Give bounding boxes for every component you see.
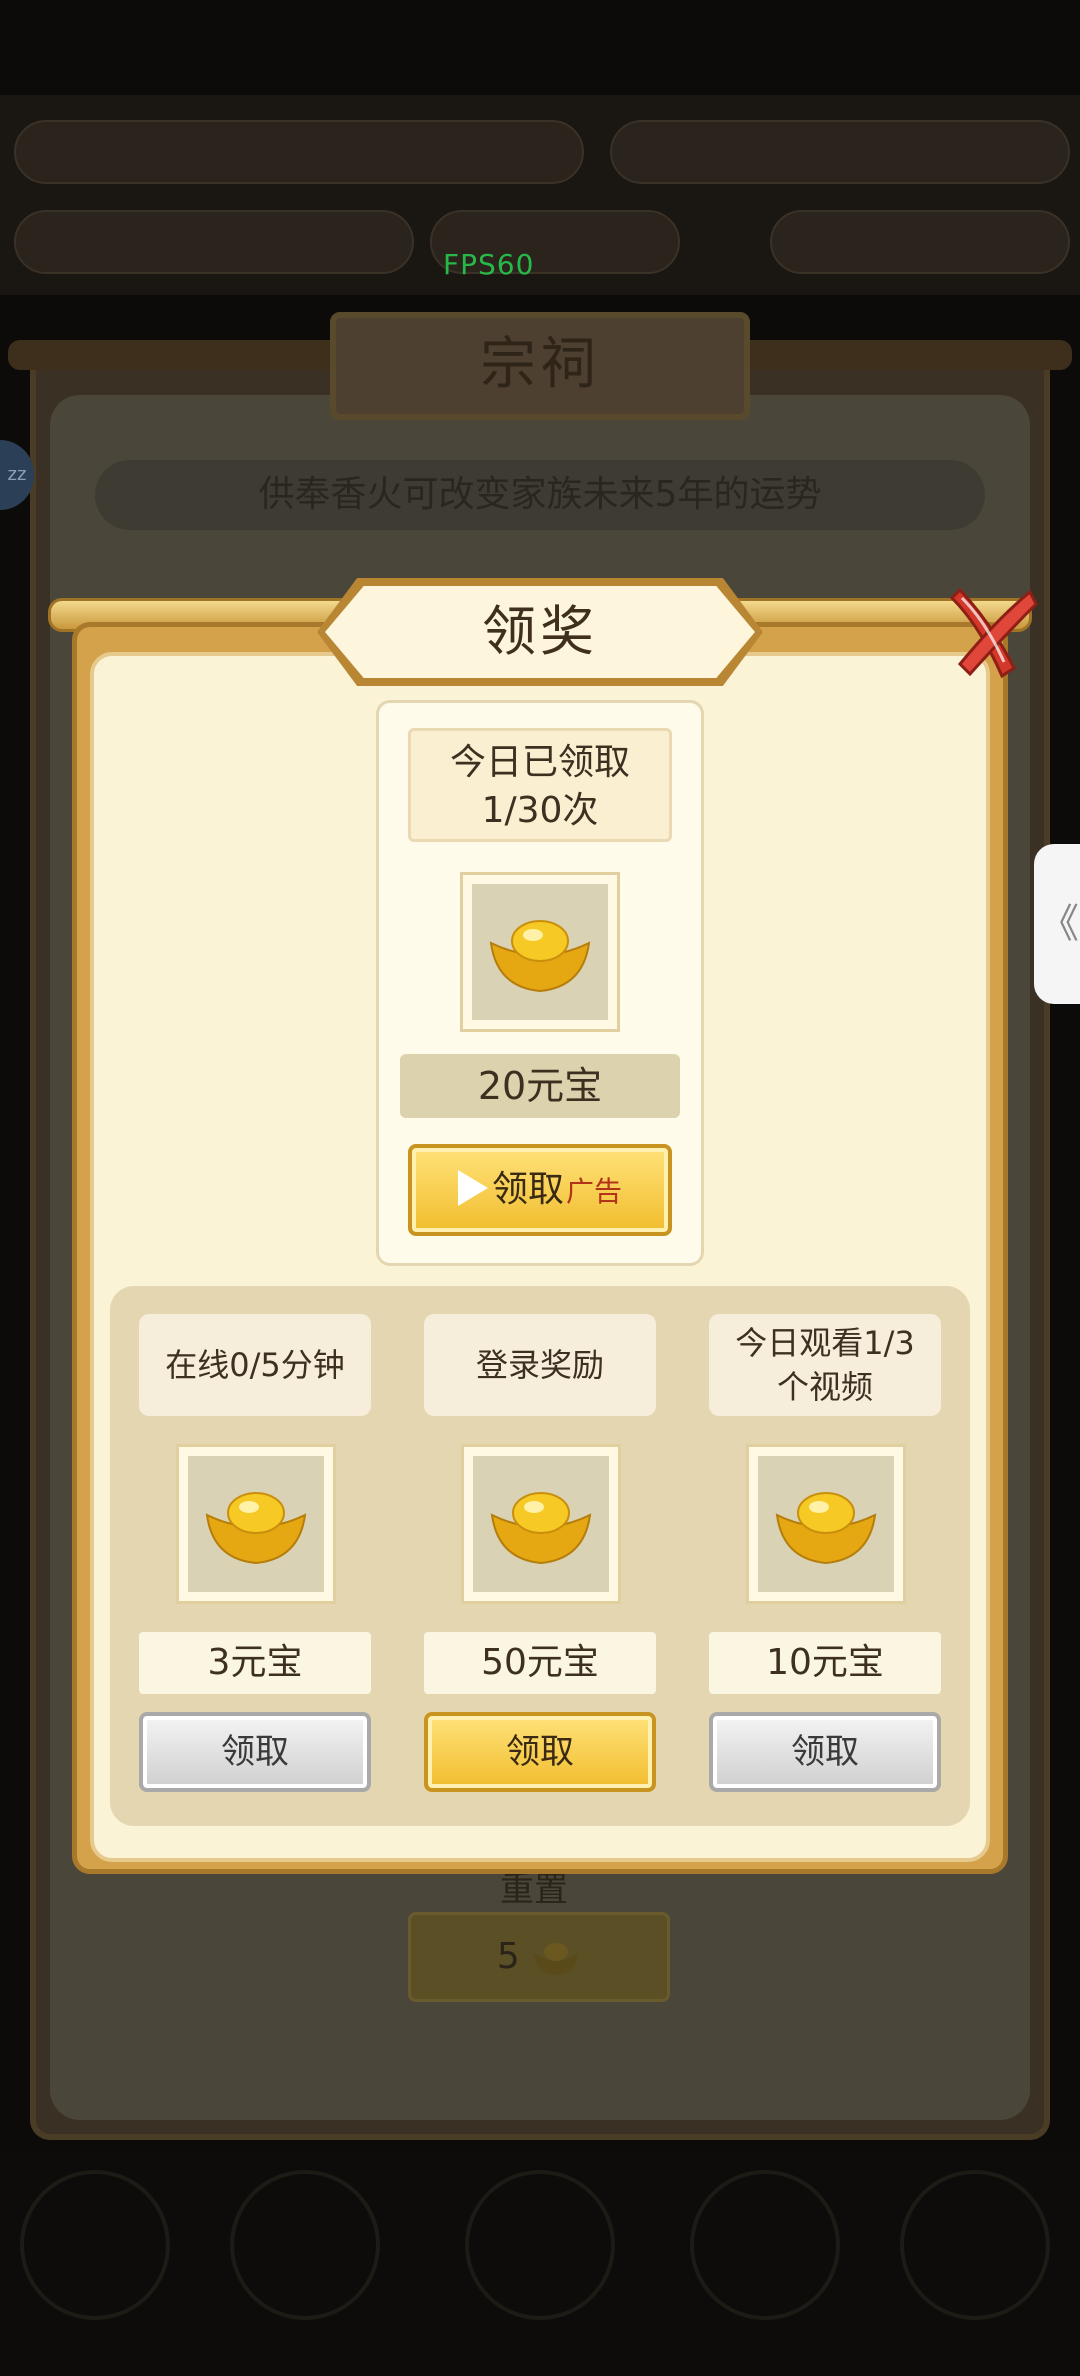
nav-ring [690,2170,840,2320]
bg-stat-pill [14,210,414,274]
bg-subtitle: 供奉香火可改变家族未来5年的运势 [95,460,985,530]
side-drawer-handle[interactable]: 《 [1034,844,1080,1004]
claim-online-button[interactable]: 领取 [139,1712,371,1792]
task-icon-box [746,1444,906,1604]
task-label-online: 在线0/5分钟 [139,1314,371,1416]
nav-ring [900,2170,1050,2320]
nav-ring [230,2170,380,2320]
task-label-video: 今日观看1/3 个视频 [709,1314,941,1416]
dialog-title: 领奖 [325,586,755,678]
gold-ingot-icon [490,1492,592,1565]
task-icon-box [461,1444,621,1604]
bg-reset-cost: 5 [496,1936,520,1977]
nav-ring [465,2170,615,2320]
nav-ring [20,2170,170,2320]
claim-login-button[interactable]: 领取 [424,1712,656,1792]
chevron-left-icon: 《 [1039,901,1079,947]
gold-ingot-icon [205,1492,307,1565]
main-reward-icon-box [460,872,620,1032]
bg-stat-pill [14,120,584,184]
ad-tag: 广告 [566,1175,623,1208]
main-reward-count: 今日已领取 1/30次 [408,728,672,842]
bg-stat-pill [610,120,1070,184]
gold-ingot-icon [534,1943,579,1975]
bg-title: 宗祠 [330,312,750,420]
task-label-login: 登录奖励 [424,1314,656,1416]
main-reward-amount: 20元宝 [400,1054,680,1118]
bg-reset-button: 5 [408,1912,670,2002]
fps-counter: FPS60 [443,248,535,281]
task-amount-online: 3元宝 [139,1632,371,1694]
task-icon-box [176,1444,336,1604]
gold-ingot-icon [775,1492,877,1565]
close-icon [949,587,1038,679]
close-button[interactable] [940,578,1040,688]
play-icon [457,1170,488,1206]
bg-side-chip: zz [0,440,34,510]
claim-video-button[interactable]: 领取 [709,1712,941,1792]
bg-stat-pill [770,210,1070,274]
task-amount-video: 10元宝 [709,1632,941,1694]
claim-label: 领取 [491,1169,564,1210]
task-amount-login: 50元宝 [424,1632,656,1694]
claim-ad-reward-button[interactable]: 领取广告 [408,1144,672,1236]
gold-ingot-icon [489,920,591,993]
